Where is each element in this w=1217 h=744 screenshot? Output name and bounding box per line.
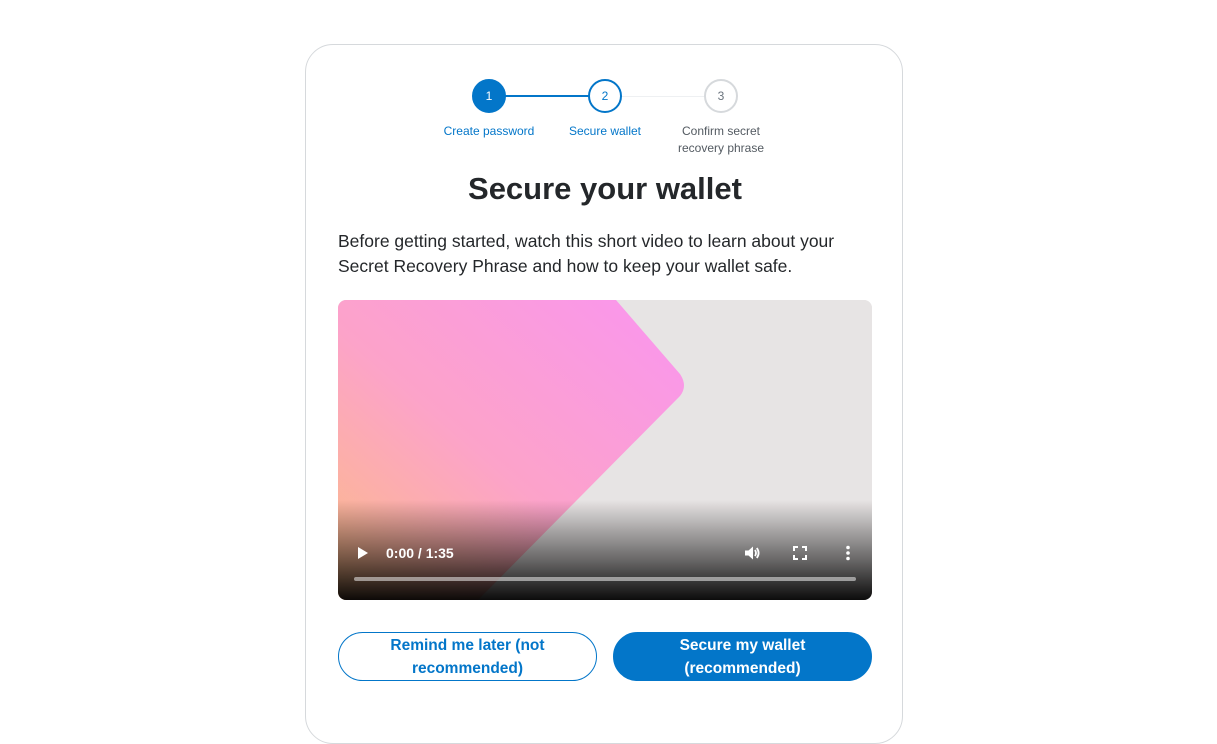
play-icon[interactable] — [350, 541, 374, 565]
volume-icon[interactable] — [740, 541, 764, 565]
step-label: Confirm secret recovery phrase — [677, 124, 765, 155]
tutorial-video-player[interactable]: 0:00 / 1:35 — [338, 300, 872, 600]
video-progress-bar[interactable] — [354, 577, 856, 581]
step-confirm-phrase: 3 Confirm secret recovery phrase — [661, 79, 781, 157]
page-title: Secure your wallet — [468, 171, 742, 206]
step-create-password: 1 Create password — [429, 79, 549, 140]
step-secure-wallet: 2 Secure wallet — [545, 79, 665, 140]
video-time-display: 0:00 / 1:35 — [386, 545, 454, 561]
page-description: Before getting started, watch this short… — [338, 231, 835, 276]
more-options-icon[interactable] — [836, 541, 860, 565]
progress-stepper: 1 Create password 2 Secure wallet 3 Conf… — [306, 79, 904, 159]
remind-me-later-button[interactable]: Remind me later (not recommended) — [338, 632, 597, 681]
step-number-circle: 1 — [472, 79, 506, 113]
onboarding-card: 1 Create password 2 Secure wallet 3 Conf… — [305, 44, 903, 744]
step-label: Create password — [443, 124, 535, 138]
step-number-circle: 2 — [588, 79, 622, 113]
fullscreen-icon[interactable] — [788, 541, 812, 565]
step-number-circle: 3 — [704, 79, 738, 113]
secure-my-wallet-button[interactable]: Secure my wallet (recommended) — [613, 632, 872, 681]
step-label: Secure wallet — [568, 124, 642, 138]
